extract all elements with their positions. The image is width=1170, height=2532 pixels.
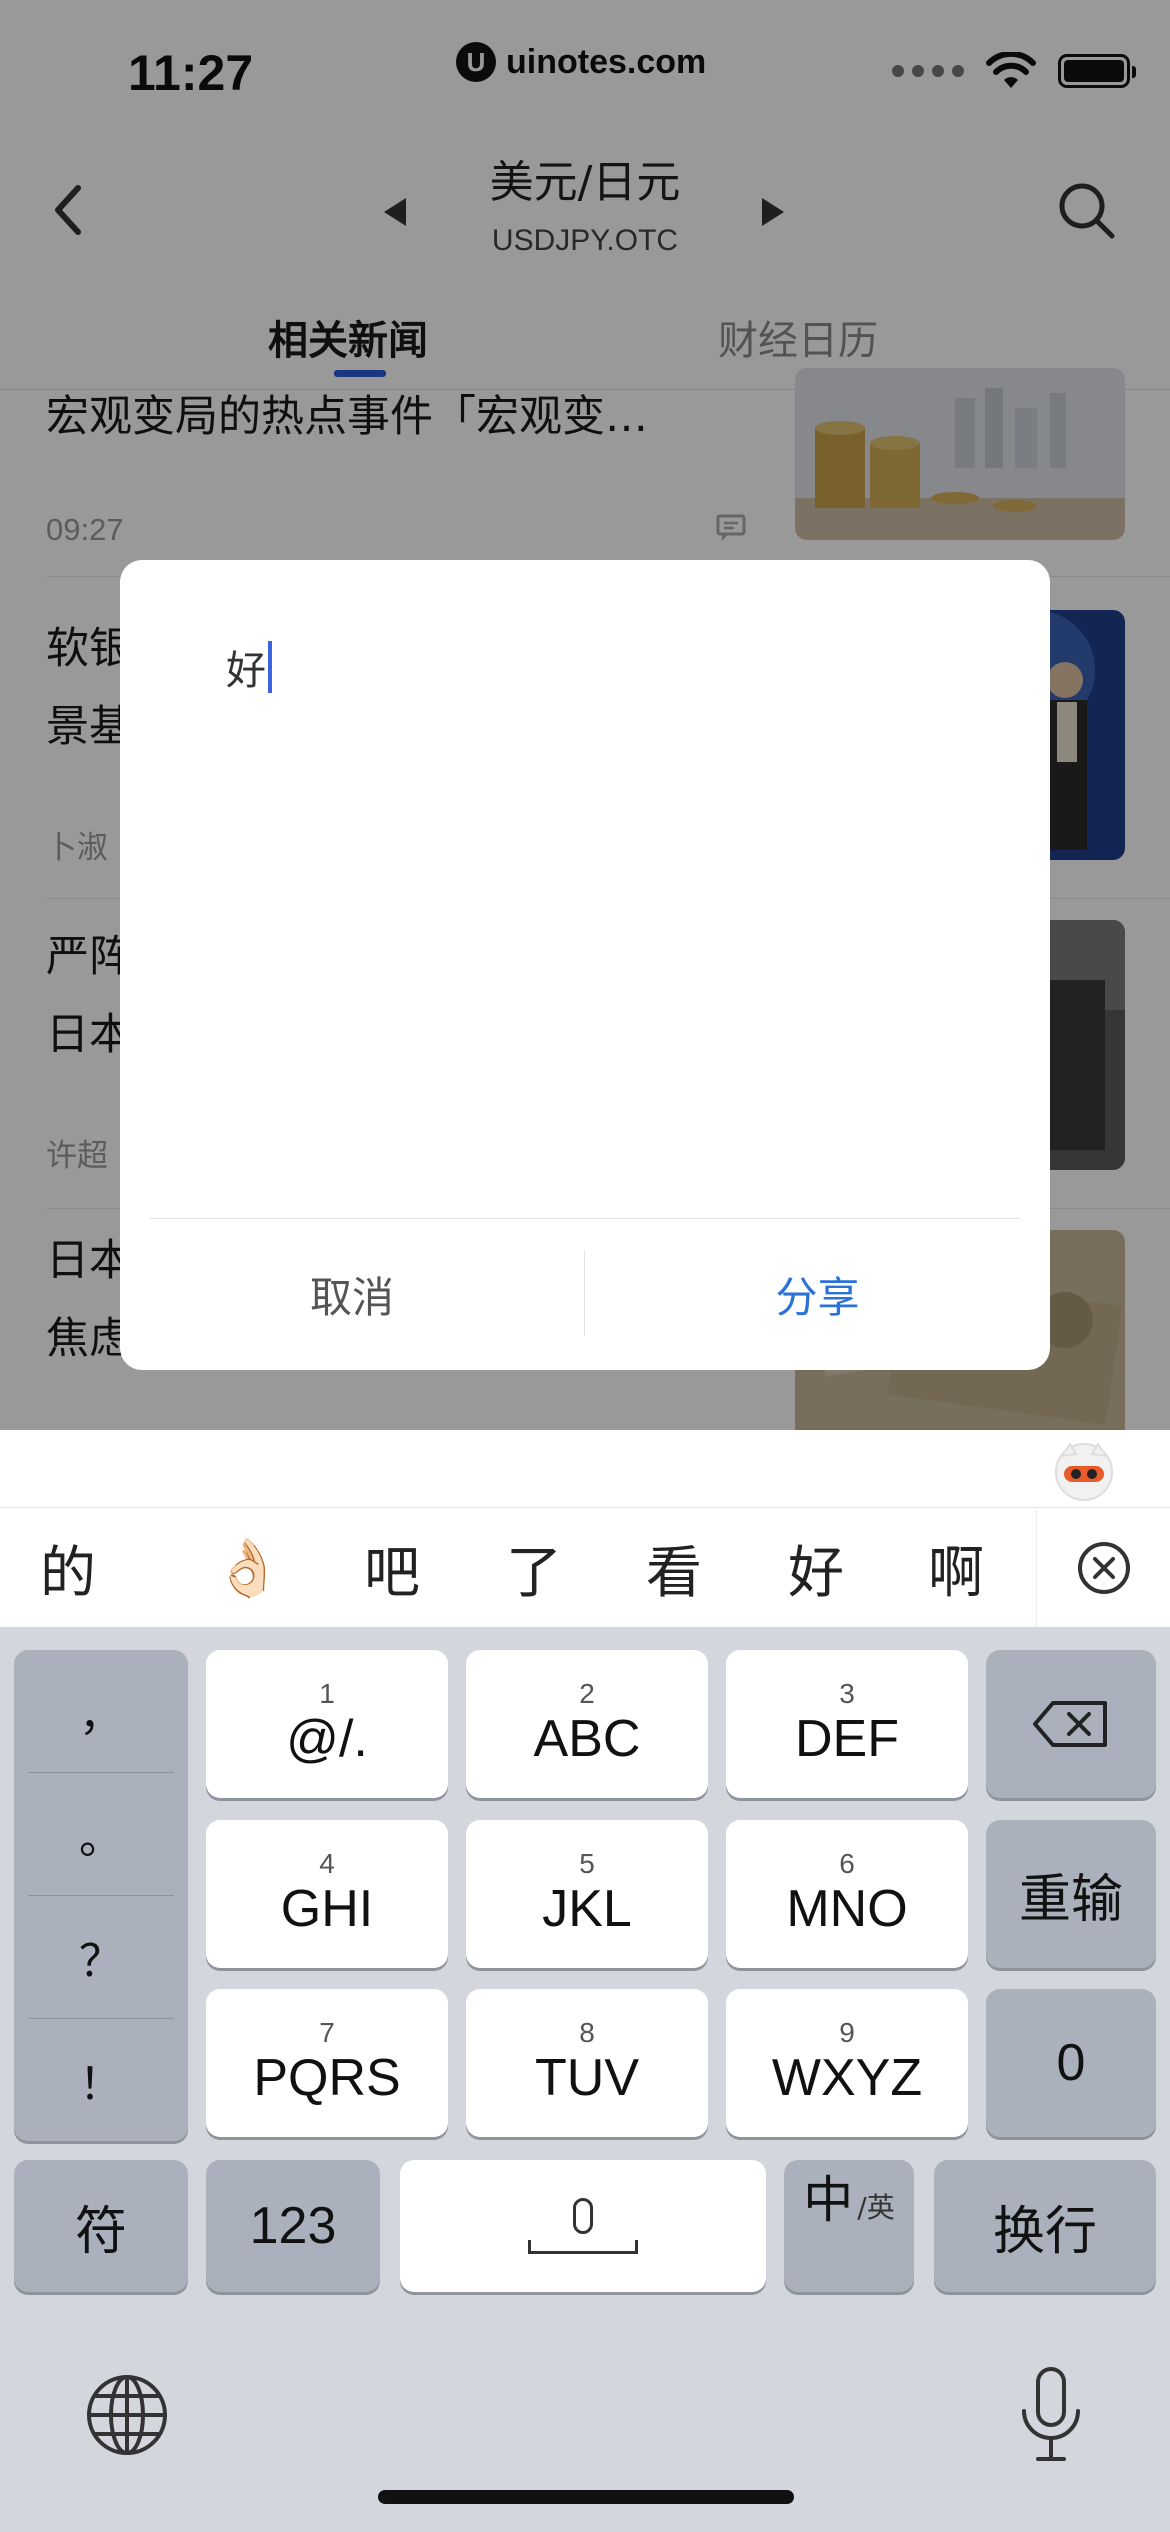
candidate-item[interactable]: 了 <box>474 1509 594 1627</box>
key-6[interactable]: 6 MNO <box>726 1820 968 1968</box>
close-candidates-button[interactable] <box>1036 1509 1170 1627</box>
symbols-key[interactable]: 符 <box>14 2160 188 2292</box>
key-5[interactable]: 5 JKL <box>466 1820 708 1968</box>
keyboard: ， 。 ？ ！ 1 @/. 2 ABC 3 DEF 4 GHI 5 JKL 6 … <box>0 1627 1170 2532</box>
candidate-item[interactable]: 👌🏻 <box>188 1509 308 1627</box>
newline-key[interactable]: 换行 <box>934 2160 1156 2292</box>
key-7[interactable]: 7 PQRS <box>206 1989 448 2137</box>
globe-icon[interactable] <box>84 2372 170 2458</box>
share-button[interactable]: 分享 <box>585 1218 1050 1370</box>
home-indicator[interactable] <box>378 2490 794 2504</box>
cancel-button[interactable]: 取消 <box>120 1218 584 1370</box>
key-4[interactable]: 4 GHI <box>206 1820 448 1968</box>
microphone-icon[interactable] <box>1016 2365 1086 2465</box>
key-2[interactable]: 2 ABC <box>466 1650 708 1798</box>
key-8[interactable]: 8 TUV <box>466 1989 708 2137</box>
space-bar-icon <box>528 2240 638 2254</box>
punct-key[interactable]: 。 <box>14 1773 188 1895</box>
candidate-item[interactable]: 的 <box>8 1509 128 1627</box>
punct-key[interactable]: ！ <box>14 2019 188 2141</box>
numbers-key[interactable]: 123 <box>206 2160 380 2292</box>
key-0[interactable]: 0 <box>986 1989 1156 2137</box>
close-circle-icon <box>1077 1542 1130 1594</box>
language-switch-key[interactable]: 中/英 <box>784 2160 914 2292</box>
key-1[interactable]: 1 @/. <box>206 1650 448 1798</box>
candidate-item[interactable]: 好 <box>756 1509 876 1627</box>
candidate-item[interactable]: 吧 <box>332 1509 452 1627</box>
punct-key[interactable]: ？ <box>14 1896 188 2018</box>
candidate-item[interactable]: 啊 <box>896 1509 1016 1627</box>
ime-mascot-icon[interactable] <box>1052 1438 1116 1502</box>
text-caret <box>268 641 272 693</box>
punctuation-column: ， 。 ？ ！ <box>14 1650 188 2141</box>
space-mic-icon <box>573 2198 593 2234</box>
backspace-icon <box>1033 1701 1107 1747</box>
candidate-item[interactable]: 看 <box>614 1509 734 1627</box>
share-text-input[interactable]: 好 <box>226 638 272 696</box>
key-9[interactable]: 9 WXYZ <box>726 1989 968 2137</box>
share-dialog: 好 取消 分享 <box>120 560 1050 1370</box>
backspace-key[interactable] <box>986 1650 1156 1798</box>
key-3[interactable]: 3 DEF <box>726 1650 968 1798</box>
candidate-bar: 的 👌🏻 吧 了 看 好 啊 <box>0 1509 1170 1627</box>
reenter-key[interactable]: 重输 <box>986 1820 1156 1968</box>
ime-toolbar <box>0 1430 1170 1508</box>
punct-key[interactable]: ， <box>14 1650 188 1772</box>
space-key[interactable] <box>400 2160 766 2292</box>
share-text-value: 好 <box>226 648 266 694</box>
